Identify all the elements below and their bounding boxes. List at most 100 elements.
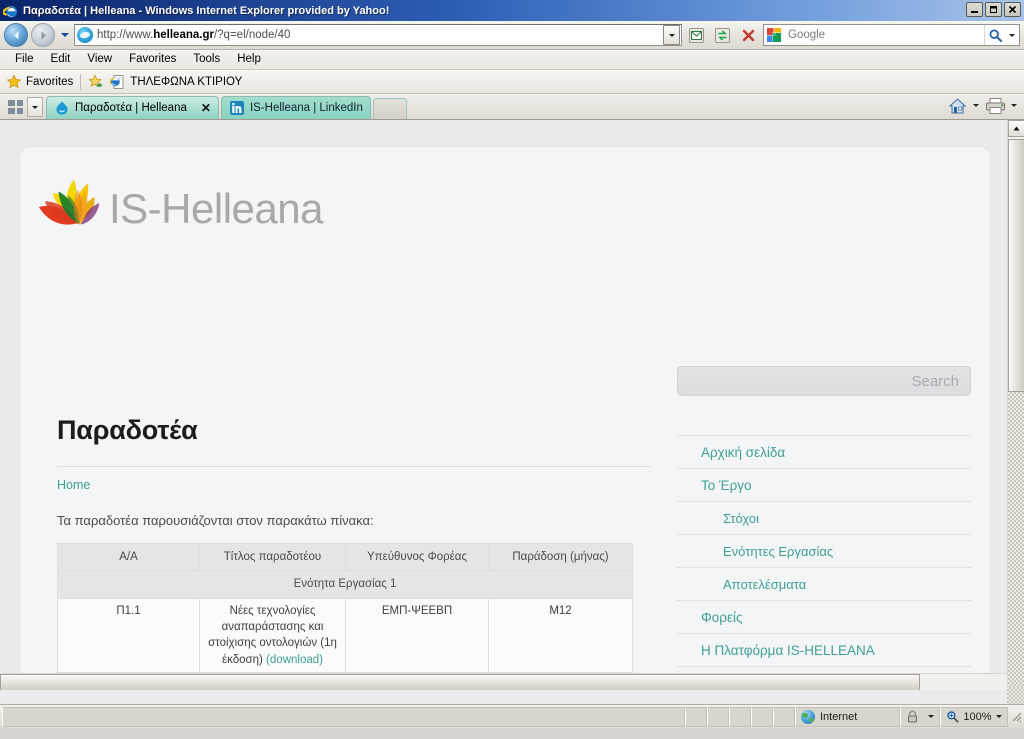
favorites-item-0[interactable]: ΤΗΛΕΦΩΝΑ ΚΤΙΡΙΟΥ [109,74,243,90]
security-zone-label: Internet [820,710,858,723]
sidebar-item-label: Το Έργο [701,477,752,493]
address-bar[interactable]: http://www.helleana.gr/?q=el/node/40 [74,24,682,46]
menu-favorites[interactable]: Favorites [121,52,185,68]
search-provider-dropdown[interactable] [1005,25,1019,45]
sidebar-item-results[interactable]: Αποτελέσματα [677,568,971,601]
web-page: IS-Helleana Search Παραδοτέα Home Τα παρ… [0,120,1007,690]
breadcrumb[interactable]: Home [57,478,657,492]
site-search-placeholder: Search [911,372,959,390]
menu-view[interactable]: View [79,52,121,68]
internet-globe-icon [801,709,815,724]
horizontal-scrollbar[interactable] [0,673,1007,690]
horizontal-scrollbar-thumb[interactable] [0,674,920,690]
status-pane-5 [773,706,795,727]
menu-file[interactable]: File [7,52,43,68]
site-search-input[interactable]: Search [677,366,971,396]
tab-0[interactable]: Παραδοτέα | Helleana ✕ [46,96,219,119]
minimize-button[interactable] [966,2,983,17]
address-bar-url: http://www.helleana.gr/?q=el/node/40 [97,29,291,41]
window-titlebar[interactable]: Παραδοτέα | Helleana - Windows Internet … [0,0,1024,21]
vertical-scrollbar[interactable] [1007,120,1024,690]
resize-grip[interactable] [1008,707,1022,727]
drupal-droplet-icon [54,100,70,116]
status-bar: Internet 100% [0,704,1024,728]
table-cell-title: Νέες τεχνολογίες αναπαράστασης και στοίχ… [199,597,346,673]
favorites-item-label: ΤΗΛΕΦΩΝΑ ΚΤΙΡΙΟΥ [130,75,243,88]
home-icon[interactable] [945,95,969,116]
zoom-dropdown-icon[interactable] [995,715,1002,718]
protected-mode-dropdown-icon[interactable] [928,715,934,718]
restore-button[interactable] [985,2,1002,17]
table-group-row: Ενότητα Εργασίας 1 [57,570,633,599]
linkedin-icon [229,100,245,116]
table-cell-month: Μ12 [488,597,633,673]
sidebar-item-home[interactable]: Αρχική σελίδα [677,436,971,469]
search-bar[interactable]: Google [763,24,1020,46]
sidebar-item-label: Αποτελέσματα [723,576,807,592]
close-button[interactable] [1004,2,1021,17]
tab-bar-tools [945,95,1020,116]
new-tab-button[interactable] [372,98,407,119]
zoom-magnifier-icon [946,710,959,723]
table-header-row: Α/Α Τίτλος παραδοτέου Υπεύθυνος Φορέας Π… [57,542,633,572]
sidebar-item-work-packages[interactable]: Ενότητες Εργασίας [677,535,971,568]
search-submit-button[interactable] [984,25,1005,45]
back-button[interactable] [4,23,28,47]
table-header-cell: Τίτλος παραδοτέου [199,542,346,572]
table-group-label: Ενότητα Εργασίας 1 [57,570,633,599]
sidebar-item-project[interactable]: Το Έργο [677,469,971,502]
status-pane-3 [729,706,751,727]
add-to-favorites-icon[interactable] [88,73,104,90]
tab-1[interactable]: IS-Helleana | LinkedIn [220,96,371,119]
home-dropdown-icon[interactable] [970,95,982,116]
favorites-divider [80,73,82,90]
tab-label: Παραδοτέα | Helleana [75,102,187,114]
sidebar-item-platform[interactable]: Η Πλατφόρμα IS-HELLEANA [677,634,971,667]
recent-pages-dropdown[interactable] [58,24,71,46]
scroll-up-button[interactable] [1008,120,1024,137]
menu-tools[interactable]: Tools [185,52,229,68]
zoom-control[interactable]: 100% [940,706,1008,727]
menu-edit[interactable]: Edit [43,52,80,68]
site-logo[interactable]: IS-Helleana [37,170,323,248]
tab-bar: Παραδοτέα | Helleana ✕ IS-Helleana | Lin… [0,94,1024,120]
internet-explorer-small-icon [109,74,125,90]
sidebar-navigation: Αρχική σελίδα Το Έργο Στόχοι Ενότητες Ερ… [677,435,971,690]
forward-button[interactable] [31,23,55,47]
browser-navigation-bar: http://www.helleana.gr/?q=el/node/40 Goo… [0,21,1024,50]
favorites-label[interactable]: Favorites [26,76,73,88]
search-input[interactable]: Google [788,29,984,41]
table-row: Π1.1 Νέες τεχνολογίες αναπαράστασης και … [57,597,633,673]
stop-button[interactable] [737,24,760,47]
window-title: Παραδοτέα | Helleana - Windows Internet … [23,4,390,17]
sidebar-item-label: Αρχική σελίδα [701,444,786,460]
mail-button[interactable] [685,24,708,47]
table-header-cell: Παράδοση (μήνας) [488,542,633,572]
menu-help[interactable]: Help [229,52,270,68]
print-icon[interactable] [983,95,1007,116]
protected-mode-indicator[interactable] [900,706,940,727]
breadcrumb-divider [57,466,650,467]
sidebar-item-label: Ενότητες Εργασίας [723,543,834,559]
main-content: Παραδοτέα Home Τα παραδοτέα παρουσιάζοντ… [57,417,657,690]
print-dropdown-icon[interactable] [1008,95,1020,116]
quick-tabs-button[interactable] [5,97,26,117]
zoom-level-label: 100% [963,710,992,723]
page-title: Παραδοτέα [57,415,198,445]
download-link[interactable]: (download) [266,654,323,666]
favorites-star-icon[interactable] [6,73,22,90]
address-dropdown-button[interactable] [663,25,680,45]
status-pane-4 [751,706,773,727]
menu-bar: File Edit View Favorites Tools Help [0,50,1024,70]
security-zone[interactable]: Internet [795,706,900,727]
tab-list-dropdown[interactable] [27,97,43,117]
sidebar-item-goals[interactable]: Στόχοι [677,502,971,535]
sidebar-item-label: Φορείς [701,609,743,625]
status-pane-1 [685,706,707,727]
vertical-scrollbar-thumb[interactable] [1008,139,1024,392]
tab-close-icon[interactable]: ✕ [201,101,211,115]
refresh-button[interactable] [711,24,734,47]
sidebar-item-partners[interactable]: Φορείς [677,601,971,634]
tab-label: IS-Helleana | LinkedIn [249,102,363,114]
lock-icon [906,710,919,723]
